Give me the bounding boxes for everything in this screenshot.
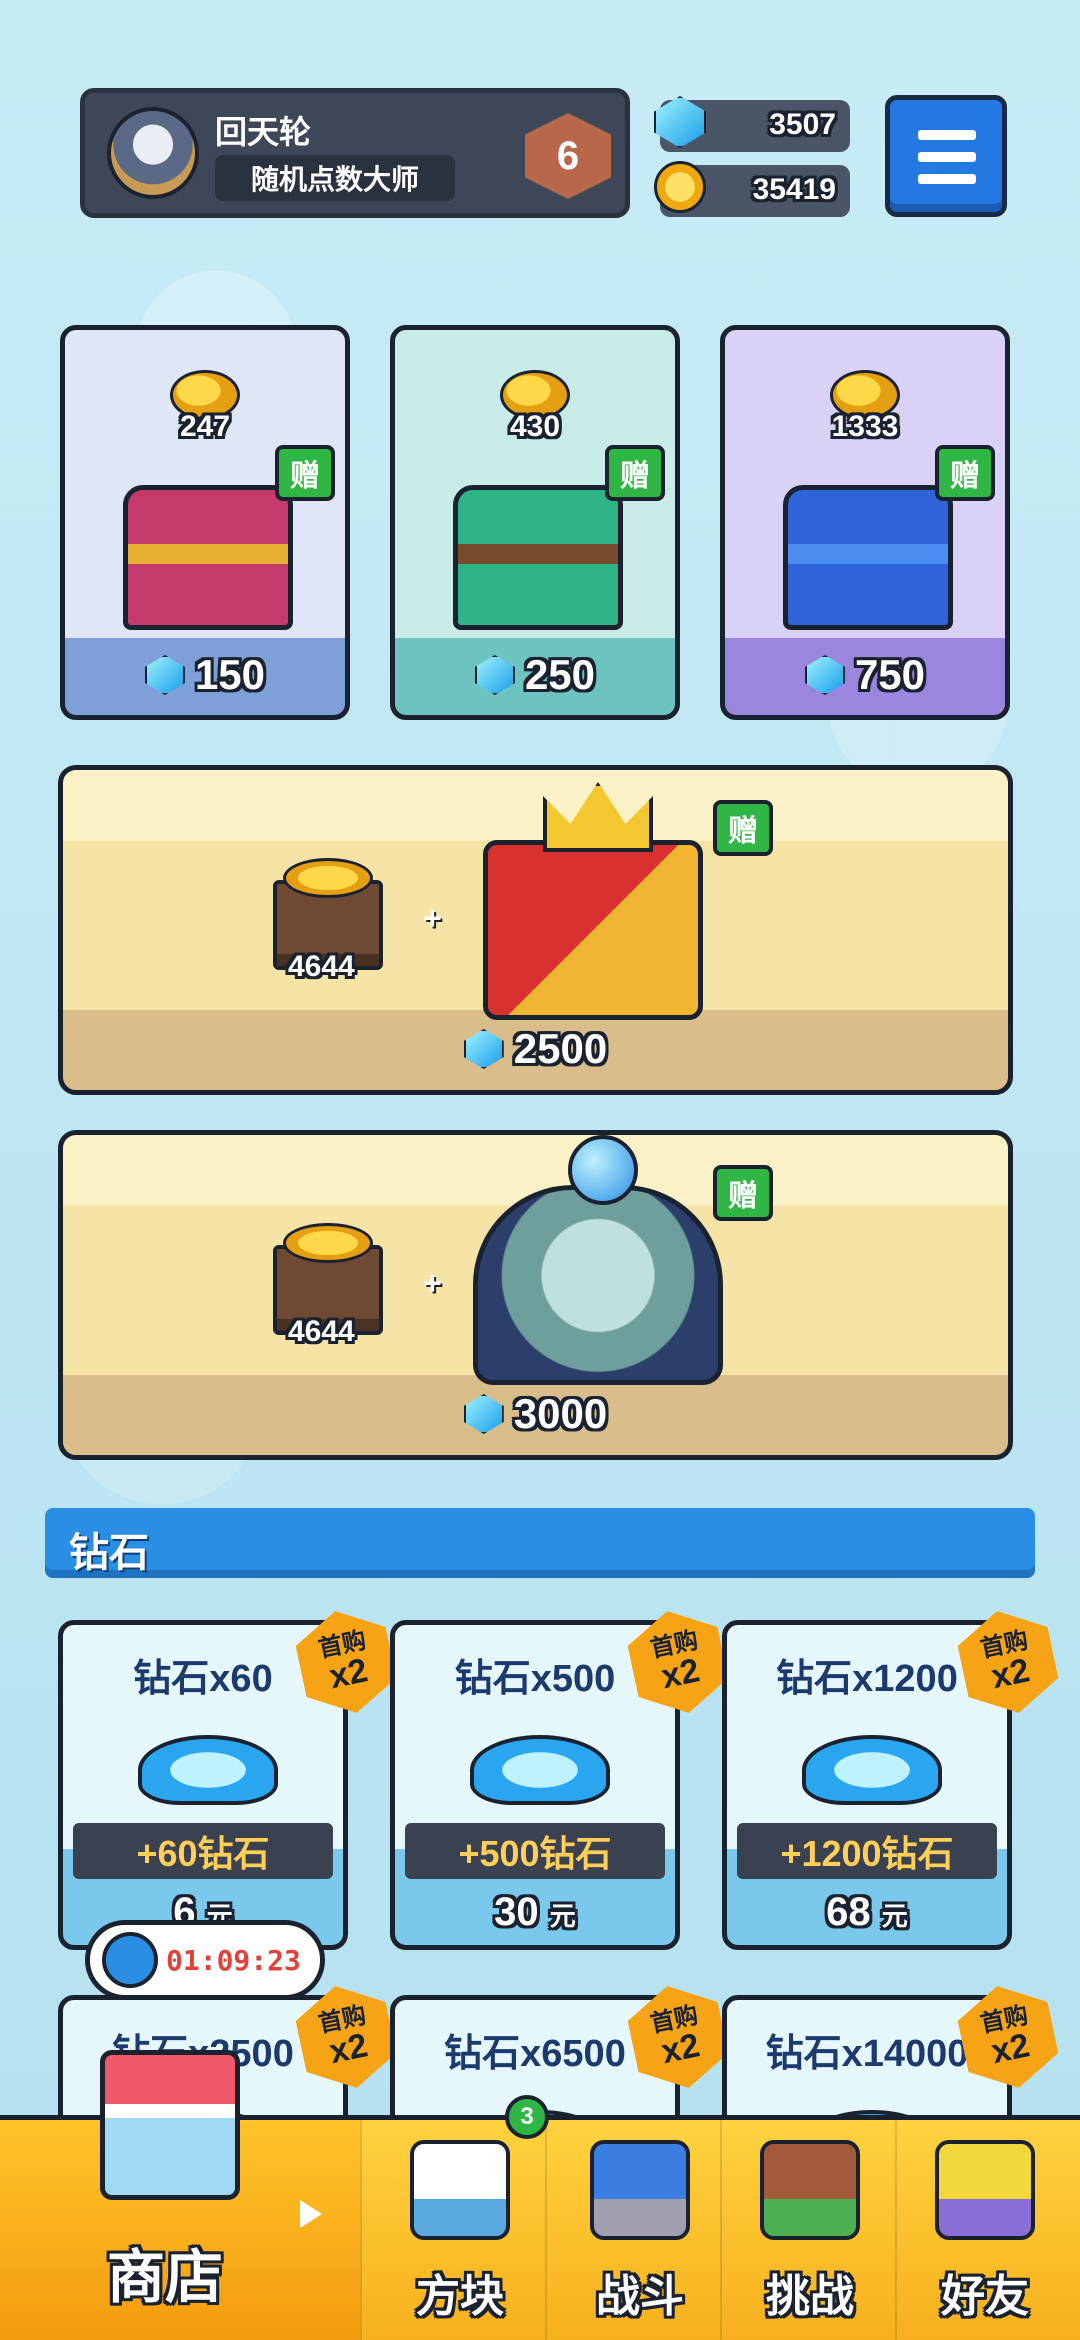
coin-count: 35419: [752, 173, 836, 206]
gift-badge: 赠: [605, 445, 665, 501]
gem-count: 3507: [769, 108, 836, 141]
bottom-nav: 商店 方块 战斗 挑战 好友: [0, 2050, 1080, 2340]
section-title: 钻石: [69, 1531, 149, 1575]
pack-bonus: +60钻石: [73, 1823, 333, 1879]
diamond-pile-icon: [470, 1735, 610, 1805]
gem-icon: [474, 655, 515, 695]
nav-divider: [360, 2120, 362, 2340]
pack-price: 30 元: [395, 1890, 675, 1935]
price-value: 30: [494, 1890, 539, 1934]
orb-icon: [568, 1135, 638, 1205]
crate-amount: 4644: [288, 1315, 355, 1348]
chest-icon: [783, 485, 953, 630]
nav-challenge[interactable]: 挑战: [720, 2120, 900, 2340]
gem-icon: [463, 1029, 504, 1069]
price-value: 68: [826, 1890, 871, 1934]
shop-icon: [100, 2050, 240, 2200]
bundle-price: 2500: [63, 1025, 1008, 1073]
price-value: 250: [524, 651, 596, 698]
offer-timer: 01:09:23: [85, 1920, 325, 2000]
menu-button[interactable]: [885, 95, 1007, 217]
diamond-pile-icon: [802, 1735, 942, 1805]
price-value: 750: [854, 651, 926, 698]
gem-icon: [654, 96, 706, 148]
chest-offer-2[interactable]: 430 赠 250: [390, 325, 680, 720]
nav-challenge-label: 挑战: [766, 2272, 854, 2321]
nav-friends[interactable]: 好友: [895, 2120, 1075, 2340]
sword-shield-icon: [590, 2140, 690, 2240]
rank-badge[interactable]: 6: [525, 113, 611, 199]
arrow-right-icon: [300, 2200, 322, 2228]
nav-friends-label: 好友: [941, 2272, 1029, 2321]
blocks-notification-badge: 3: [505, 2095, 549, 2139]
chest-icon: [123, 485, 293, 630]
profile-panel[interactable]: 回天轮 随机点数大师 6: [80, 88, 630, 218]
diamond-section-header: 钻石: [45, 1508, 1035, 1578]
x2-label: x2: [325, 1650, 371, 1697]
hamburger-icon: [918, 130, 976, 140]
helmet-relic-icon: [473, 1185, 723, 1385]
stopwatch-icon: [102, 1932, 158, 1988]
gem-icon: [804, 655, 845, 695]
gift-badge: 赠: [713, 800, 773, 856]
price-value: 150: [194, 651, 266, 698]
gift-badge: 赠: [713, 1165, 773, 1221]
price-unit: 元: [549, 1901, 576, 1931]
bundle-offer-2[interactable]: 4644 + 赠 3000: [58, 1130, 1013, 1460]
price-value: 3000: [513, 1390, 608, 1437]
block-cube-icon: [410, 2140, 510, 2240]
nav-blocks-label: 方块: [416, 2272, 504, 2321]
gem-icon: [463, 1394, 504, 1434]
nav-shop-label: 商店: [106, 2245, 223, 2310]
price-value: 2500: [513, 1025, 608, 1072]
diamond-pile-icon: [138, 1735, 278, 1805]
chest-coin-amount: 430: [509, 410, 561, 443]
pack-price: 68 元: [727, 1890, 1007, 1935]
player-title: 随机点数大师: [215, 155, 455, 201]
nav-divider: [545, 2120, 547, 2340]
nav-shop[interactable]: 商店: [0, 2050, 360, 2340]
hamburger-icon-line: [918, 174, 976, 184]
plus-sign: +: [423, 1265, 442, 1301]
friend-character-icon: [935, 2140, 1035, 2240]
gem-icon: [144, 655, 185, 695]
avatar[interactable]: [107, 107, 199, 199]
chest-offer-3[interactable]: 1333 赠 750: [720, 325, 1010, 720]
gift-badge: 赠: [935, 445, 995, 501]
gem-balance[interactable]: 3507: [654, 96, 850, 152]
x2-label: x2: [657, 1650, 703, 1697]
timer-text: 01:09:23: [166, 1943, 301, 1977]
x2-label: x2: [325, 2025, 371, 2072]
bundle-offer-1[interactable]: 4644 + 赠 2500: [58, 765, 1013, 1095]
chest-price: 750: [725, 635, 1005, 715]
hamburger-icon-line: [918, 152, 976, 162]
coin-balance[interactable]: 35419: [654, 161, 850, 217]
x2-label: x2: [987, 1650, 1033, 1697]
bundle-price: 3000: [63, 1390, 1008, 1438]
royal-chest-icon: [483, 840, 703, 1020]
player-name: 回天轮: [215, 114, 312, 150]
chest-price: 250: [395, 635, 675, 715]
chest-price: 150: [65, 635, 345, 715]
pack-bonus: +1200钻石: [737, 1823, 997, 1879]
pack-bonus: +500钻石: [405, 1823, 665, 1879]
nav-blocks[interactable]: 方块: [370, 2120, 550, 2340]
x2-label: x2: [657, 2025, 703, 2072]
chest-offer-1[interactable]: 247 赠 150: [60, 325, 350, 720]
chest-icon: [453, 485, 623, 630]
chest-coin-amount: 1333: [831, 410, 899, 443]
x2-label: x2: [987, 2025, 1033, 2072]
nav-battle-label: 战斗: [596, 2272, 684, 2321]
crown-icon: [543, 782, 653, 852]
plus-sign: +: [423, 900, 442, 936]
signpost-icon: [760, 2140, 860, 2240]
price-unit: 元: [881, 1901, 908, 1931]
gift-badge: 赠: [275, 445, 335, 501]
chest-coin-amount: 247: [179, 410, 231, 443]
coin-icon: [654, 161, 706, 213]
crate-amount: 4644: [288, 950, 355, 983]
nav-battle[interactable]: 战斗: [550, 2120, 730, 2340]
